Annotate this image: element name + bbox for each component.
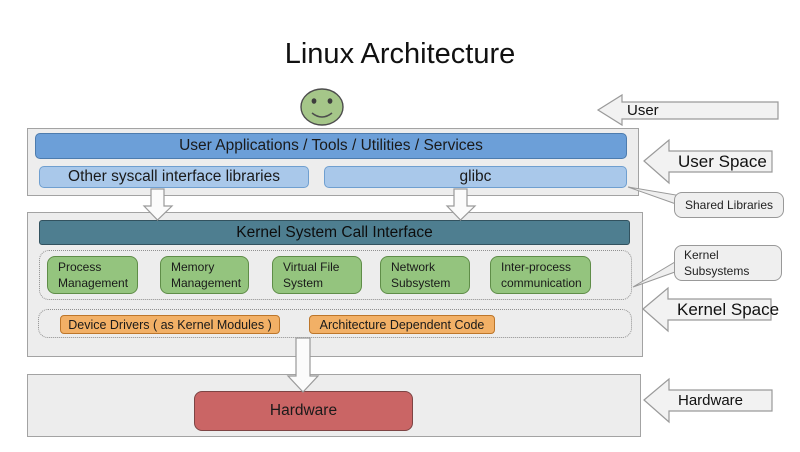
- device-drivers-box: Device Drivers ( as Kernel Modules ): [60, 315, 280, 334]
- network-subsystem-box: Network Subsystem: [380, 256, 470, 294]
- architecture-dependent-code-box: Architecture Dependent Code: [309, 315, 495, 334]
- hardware-arrow-label: Hardware: [678, 390, 743, 411]
- user-arrow-label: User: [627, 101, 659, 120]
- virtual-file-system-box: Virtual File System: [272, 256, 362, 294]
- memory-management-box: Memory Management: [160, 256, 249, 294]
- user-applications-bar: User Applications / Tools / Utilities / …: [35, 133, 627, 159]
- other-syscall-libraries-box: Other syscall interface libraries: [39, 166, 309, 188]
- linux-architecture-diagram: Linux Architecture User Applications / T…: [0, 0, 800, 452]
- inter-process-communication-box: Inter-process communication: [490, 256, 591, 294]
- page-title: Linux Architecture: [0, 38, 800, 71]
- hardware-box: Hardware: [194, 391, 413, 431]
- glibc-box: glibc: [324, 166, 627, 188]
- user-space-arrow-label: User Space: [678, 151, 767, 172]
- kernel-space-arrow-label: Kernel Space: [677, 299, 779, 320]
- shared-libraries-callout: Shared Libraries: [674, 192, 784, 218]
- smiley-user-icon: [301, 89, 343, 125]
- user-arrow: [598, 95, 778, 125]
- kernel-subsystems-callout: Kernel Subsystems: [674, 245, 782, 281]
- kernel-syscall-interface-bar: Kernel System Call Interface: [39, 220, 630, 245]
- process-management-box: Process Management: [47, 256, 138, 294]
